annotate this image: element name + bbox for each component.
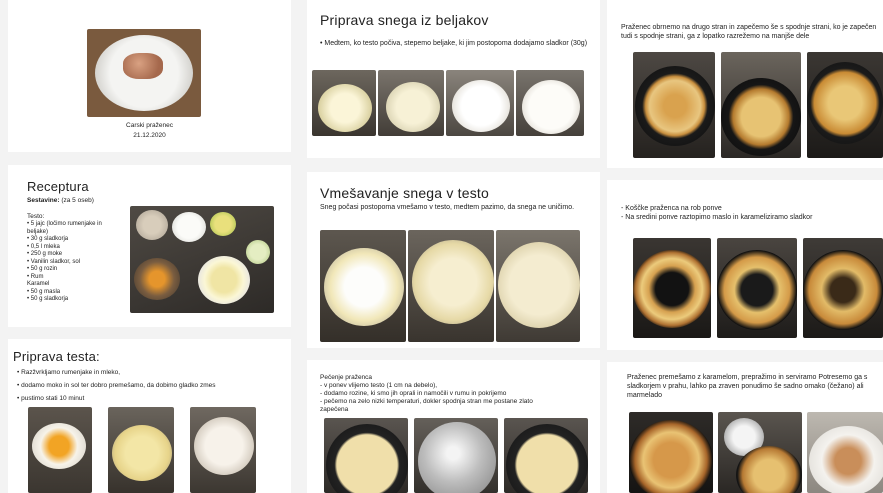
flip-photo-1: [633, 52, 715, 158]
bake-photo-3: [504, 418, 588, 493]
bake-line: - dodamo rozine, ki smo jih oprali in na…: [320, 390, 507, 397]
plate: [809, 426, 883, 493]
yolks-photo: [28, 407, 92, 493]
pan: [635, 66, 715, 146]
slide-whites: Priprava snega iz beljakov • Medtem, ko …: [307, 0, 600, 158]
serve-photo-3: [807, 412, 883, 493]
slide-caramel: - Koščke praženca na rob ponve - Na sred…: [607, 180, 883, 350]
pan: [803, 250, 883, 330]
bowl-flour: [172, 212, 206, 242]
slide-serve: Praženec premešamo z karamelom, prepraži…: [607, 362, 883, 493]
bake-title: Pečenje praženca: [320, 374, 373, 381]
bowl: [412, 240, 494, 324]
whites-photo-1: [312, 70, 376, 136]
caramel-line: - Koščke praženca na rob ponve: [621, 205, 722, 212]
whisk-photo: [108, 407, 174, 493]
bowl: [318, 84, 372, 132]
list-item: • Vanilin sladkor, sol: [27, 258, 81, 265]
bowl-white: [136, 210, 168, 240]
bowl: [522, 80, 580, 134]
flour-photo: [190, 407, 256, 493]
list-item: • 250 g moke: [27, 251, 63, 257]
whites-text: • Medtem, ko testo počiva, stepemo belja…: [320, 40, 588, 47]
list-item: • 50 g masla: [27, 288, 61, 295]
mix-photo-3: [496, 230, 580, 342]
bowl-green: [210, 212, 236, 236]
servings-label: Sestavine:: [27, 197, 60, 204]
mix-photo-2: [408, 230, 494, 342]
dough-list: • 5 jajc (ločimo rumenjake in beljake) •…: [27, 221, 123, 304]
pan: [629, 420, 713, 493]
slide-cover: Carski praženec 21.12.2020: [8, 0, 291, 152]
recipe-title: Receptura: [27, 179, 89, 194]
dough-step: • pustimo stati 10 minut: [17, 395, 85, 402]
dough-label: Testo:: [27, 213, 45, 220]
bake-photo-1: [324, 418, 408, 493]
cover-caption: Carski praženec: [126, 122, 173, 129]
serve-photo-1: [629, 412, 713, 493]
serve-photo-2: [718, 412, 802, 493]
bake-line: - v ponev vlijemo testo (1 cm na debelo)…: [320, 382, 438, 389]
bake-line: - pečemo na zelo nizki temperaturi, dokl…: [320, 398, 533, 405]
slide-recipe: Receptura Sestavine: (za 5 oseb) Testo: …: [8, 165, 291, 327]
cover-photo: [87, 29, 201, 117]
dough-step: • dodamo moko in sol ter dobro premešamo…: [17, 382, 216, 389]
bowl-eggs: [134, 258, 180, 300]
mix-text: Sneg počasi postopoma vmešamo v testo, m…: [320, 204, 575, 211]
slide-flip: Praženec obrnemo na drugo stran in zapeč…: [607, 0, 883, 168]
pan: [506, 424, 588, 493]
pan-lid: [418, 422, 496, 493]
bowl-milk: [198, 256, 250, 304]
caramel-photo-2: [717, 238, 797, 338]
serve-text: Praženec premešamo z karamelom, prepraži…: [627, 374, 868, 399]
list-item: • 30 g sladkorja: [27, 236, 69, 242]
food: [123, 53, 163, 79]
bowl: [324, 248, 404, 326]
caramel-photo-1: [633, 238, 711, 338]
ingredients-photo: [130, 206, 274, 313]
bowl: [386, 82, 440, 132]
bake-line: zapečena: [320, 406, 349, 413]
slide-dough: Priprava testa: • Razžvrkljamo rumenjake…: [8, 339, 291, 493]
whites-photo-2: [378, 70, 444, 136]
bake-photo-2: [414, 418, 498, 493]
caramel-label: Karamel: [27, 281, 50, 287]
flip-photo-3: [807, 52, 883, 158]
bowl-yolks: [32, 423, 86, 469]
bowl-small: [246, 240, 270, 264]
whites-photo-3: [446, 70, 514, 136]
list-item: • 0,5 l mleka: [27, 243, 60, 250]
caramel-line: - Na sredini ponve raztopimo maslo in ka…: [621, 214, 813, 221]
whites-title: Priprava snega iz beljakov: [320, 12, 489, 28]
bowl: [498, 242, 580, 328]
pan: [736, 446, 802, 493]
whites-photo-4: [516, 70, 584, 136]
list-item: • Rum: [27, 273, 44, 280]
mix-title: Vmešavanje snega v testo: [320, 185, 490, 201]
caramel-photo-3: [803, 238, 883, 338]
list-item: • 50 g rozin: [27, 266, 58, 272]
pan: [717, 250, 797, 330]
bowl-flour-mix: [194, 417, 254, 475]
list-item: • 5 jajc (ločimo rumenjake in beljake): [27, 221, 102, 235]
servings-value: (za 5 oseb): [61, 197, 94, 204]
bowl-batter: [112, 425, 172, 481]
list-item: • 50 g sladkorja: [27, 296, 69, 302]
servings: Sestavine: (za 5 oseb): [27, 196, 94, 205]
slide-mix: Vmešavanje snega v testo Sneg počasi pos…: [307, 172, 600, 348]
pan: [633, 250, 711, 328]
dough-step: • Razžvrkljamo rumenjake in mleko,: [17, 369, 121, 376]
pan: [326, 424, 408, 493]
cover-date: 21.12.2020: [133, 132, 166, 139]
mix-photo-1: [320, 230, 406, 342]
flip-photo-2: [721, 52, 801, 158]
flip-text: Praženec obrnemo na drugo stran in zapeč…: [621, 24, 877, 40]
pan: [721, 78, 801, 156]
bowl: [452, 80, 510, 132]
dough-title: Priprava testa:: [13, 349, 100, 364]
slide-bake: Pečenje praženca - v ponev vlijemo testo…: [307, 360, 600, 493]
pan: [807, 62, 883, 144]
